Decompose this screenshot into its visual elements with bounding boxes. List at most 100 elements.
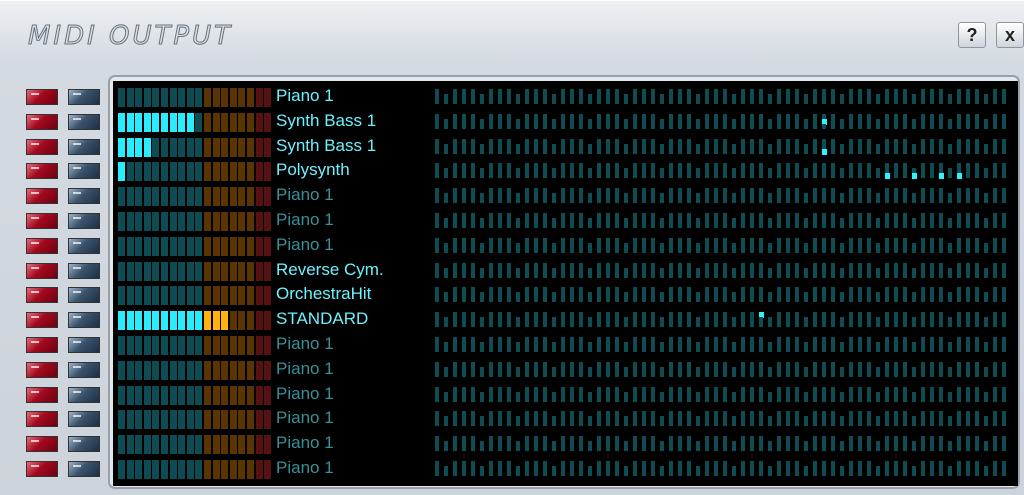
mute-button[interactable] [26,138,58,155]
note-cell [507,421,511,427]
mute-button[interactable] [26,411,58,428]
note-cell [840,471,844,476]
mute-button[interactable] [26,89,58,105]
meter-segment [135,88,143,107]
solo-button[interactable] [68,287,100,304]
note-cell [651,247,655,253]
solo-button[interactable] [68,386,100,403]
mute-button[interactable] [26,188,58,205]
note-cell [741,198,745,204]
mute-button[interactable] [26,287,58,304]
channel-name[interactable]: Reverse Cym. [276,260,384,280]
meter-segment [195,88,203,107]
note-cell [471,297,475,303]
solo-button[interactable] [68,361,100,378]
mute-button[interactable] [26,436,58,453]
mute-button[interactable] [26,163,58,180]
note-cell [795,347,799,352]
meter-segment [143,112,151,132]
solo-button[interactable] [68,262,100,279]
note-cell [939,297,943,303]
note-cell [732,446,736,452]
note-cell [732,421,736,427]
note-cell [939,223,943,228]
note-cell [912,297,916,303]
solo-button[interactable] [68,237,100,254]
meter-segment [255,112,263,132]
close-button[interactable]: x [996,22,1024,48]
note-activity-grid [435,361,1013,377]
solo-button[interactable] [68,436,100,453]
note-cell [930,471,934,476]
solo-button[interactable] [68,89,100,105]
note-cell [921,198,925,204]
note-cell [705,322,709,328]
mute-button[interactable] [26,386,58,403]
note-cell [471,173,475,179]
channel-name[interactable]: STANDARD [276,309,368,329]
channel-name[interactable]: Piano 1 [276,334,334,354]
note-cell [660,322,664,328]
note-cell [453,99,457,104]
note-cell [858,223,862,228]
note-cell [516,396,520,402]
solo-button[interactable] [68,213,100,229]
note-cell [534,396,538,402]
channel-name[interactable]: Piano 1 [276,210,334,230]
note-cell [768,99,772,104]
solo-button[interactable] [68,461,100,477]
channel-name[interactable]: Piano 1 [276,235,334,255]
solo-button[interactable] [68,337,100,353]
mute-button[interactable] [26,113,58,130]
note-cell [975,396,979,402]
note-cell [606,148,610,154]
channel-name[interactable]: Piano 1 [276,86,334,106]
channel-name[interactable]: Piano 1 [276,458,334,478]
channel-name[interactable]: Piano 1 [276,185,334,205]
note-cell [696,446,700,452]
channel-name[interactable]: Piano 1 [276,408,334,428]
solo-button[interactable] [68,113,100,130]
channel-name[interactable]: Polysynth [276,160,350,180]
note-cell [912,123,916,129]
help-button[interactable]: ? [958,22,986,48]
note-cell [948,371,952,377]
channel-name[interactable]: Synth Bass 1 [276,111,376,131]
note-cell [669,421,673,427]
solo-button[interactable] [68,138,100,155]
note-cell [759,198,763,204]
meter-segment [212,460,220,479]
solo-button[interactable] [68,188,100,205]
note-cell [543,297,547,303]
mute-button[interactable] [26,237,58,254]
channel-name[interactable]: Piano 1 [276,359,334,379]
note-cell [984,247,988,253]
note-cell [939,123,943,129]
meter-segment [255,360,263,380]
note-cell [786,371,790,377]
note-cell [579,471,583,476]
note-cell [804,446,808,452]
note-cell [813,421,817,427]
solo-button[interactable] [68,312,100,329]
channel-name[interactable]: Piano 1 [276,384,334,404]
channel-name[interactable]: Synth Bass 1 [276,136,376,156]
mute-button[interactable] [26,461,58,477]
mute-button[interactable] [26,337,58,353]
solo-button[interactable] [68,163,100,180]
meter-segment [264,261,272,281]
solo-button[interactable] [68,411,100,428]
note-cell [867,471,871,476]
channel-name[interactable]: Piano 1 [276,433,334,453]
note-cell [894,446,898,452]
meter-segment [186,162,194,182]
mute-button[interactable] [26,262,58,279]
channel-name[interactable]: OrchestraHit [276,284,371,304]
mute-button[interactable] [26,213,58,229]
note-cell [579,272,583,278]
note-cell [435,173,439,179]
mute-button[interactable] [26,361,58,378]
mute-button[interactable] [26,312,58,329]
meter-segment [264,187,272,207]
note-cell [777,99,781,104]
